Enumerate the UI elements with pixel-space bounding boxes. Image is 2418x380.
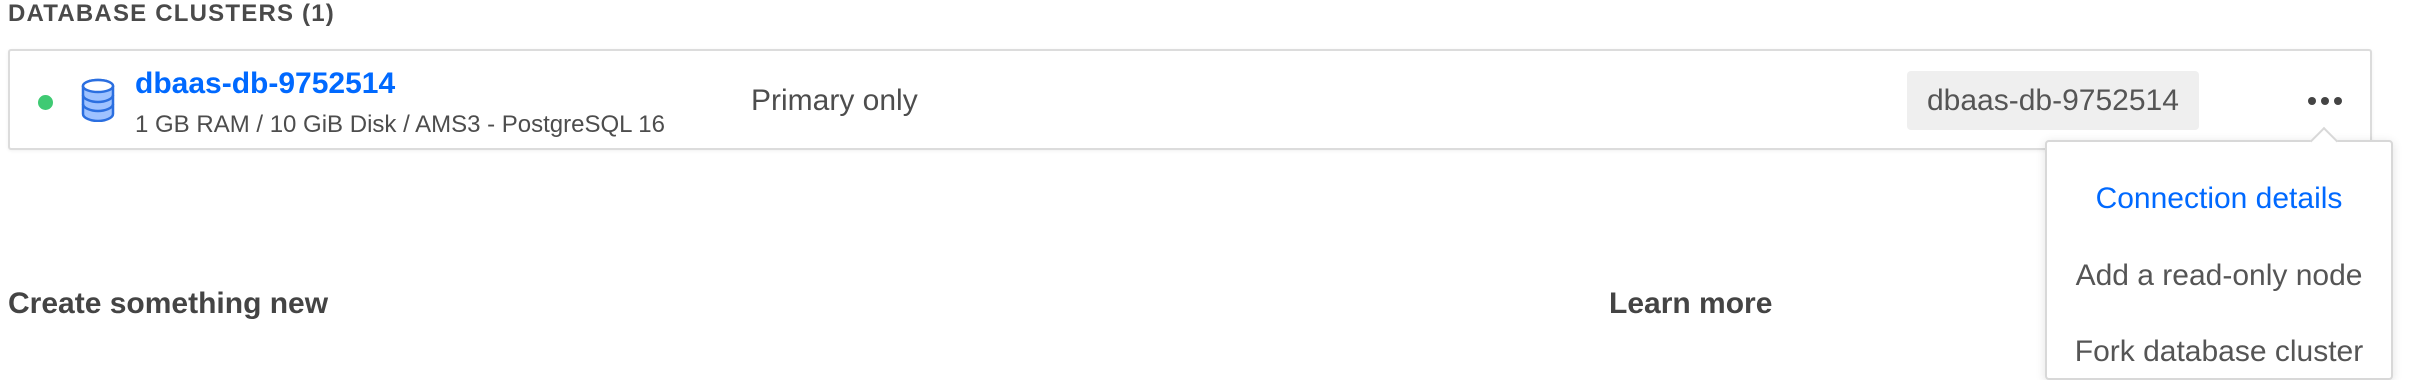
database-icon	[81, 78, 115, 122]
cluster-row[interactable]: dbaas-db-9752514 1 GB RAM / 10 GiB Disk …	[8, 49, 2372, 150]
more-horizontal-icon-dot	[2321, 97, 2329, 105]
menu-item-fork-cluster[interactable]: Fork database cluster	[2047, 335, 2391, 369]
menu-item-add-read-only-node[interactable]: Add a read-only node	[2047, 259, 2391, 293]
menu-item-connection-details[interactable]: Connection details	[2047, 182, 2391, 216]
cluster-node-config: Primary only	[751, 84, 918, 117]
status-online-indicator	[38, 95, 53, 110]
more-horizontal-icon-dot	[2308, 97, 2316, 105]
create-something-new-heading: Create something new	[8, 287, 329, 320]
more-options-button[interactable]	[2300, 79, 2350, 123]
cluster-actions-menu: Connection details Add a read-only node …	[2045, 140, 2393, 380]
cluster-specs: 1 GB RAM / 10 GiB Disk / AMS3 - PostgreS…	[135, 111, 665, 138]
more-horizontal-icon-dot	[2334, 97, 2342, 105]
cluster-name-link[interactable]: dbaas-db-9752514	[135, 67, 395, 101]
section-heading: DATABASE CLUSTERS (1)	[8, 0, 335, 27]
cluster-tag[interactable]: dbaas-db-9752514	[1907, 71, 2199, 130]
learn-more-heading: Learn more	[1609, 287, 1773, 320]
